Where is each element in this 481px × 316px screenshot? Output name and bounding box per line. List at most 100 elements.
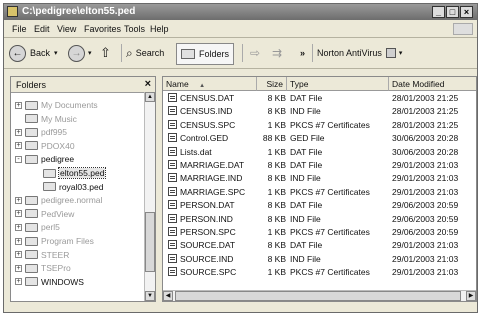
file-date-modified: 29/01/2003 21:03 (392, 253, 459, 264)
file-row[interactable]: SOURCE.DAT 8 KB DAT File 29/01/2003 21:03 (163, 240, 476, 251)
menu-view[interactable]: View (57, 24, 76, 34)
search-icon: ⌕ (126, 45, 133, 60)
folder-icon (25, 154, 38, 164)
expand-toggle-icon[interactable]: + (15, 196, 22, 204)
file-name: PERSON.IND (180, 213, 233, 224)
column-header-size[interactable]: Size (257, 77, 287, 91)
expand-toggle-icon[interactable]: + (15, 237, 22, 245)
folder-tree-item[interactable]: My Music (15, 113, 77, 125)
toolbar-overflow-button[interactable]: » (300, 43, 305, 63)
file-row[interactable]: PERSON.IND 8 KB IND File 29/06/2003 20:59 (163, 213, 476, 225)
search-label: Search (135, 48, 165, 58)
file-name: MARRIAGE.IND (180, 173, 243, 184)
menu-file[interactable]: File (12, 24, 27, 34)
folders-button[interactable]: Folders (176, 43, 235, 65)
file-row[interactable]: PERSON.DAT 8 KB DAT File 29/06/2003 20:59 (163, 200, 476, 211)
file-size: 8 KB (267, 160, 286, 170)
close-button[interactable]: × (460, 6, 473, 18)
dropdown-arrow-icon[interactable]: ▾ (88, 49, 92, 57)
folder-tree-item[interactable]: + pdf995 (15, 126, 67, 138)
window-title: C:\pedigree\elton55.ped (22, 6, 136, 17)
expand-toggle-icon[interactable]: + (15, 223, 22, 231)
folder-tree-item[interactable]: elton55.ped (33, 167, 107, 179)
menu-edit[interactable]: Edit (34, 24, 50, 34)
file-row[interactable]: SOURCE.SPC 1 KB PKCS #7 Certificates 29/01/… (163, 267, 476, 278)
explorer-window: C:\pedigree\elton55.ped _ □ × File Edit … (3, 3, 478, 313)
column-header-date-modified[interactable]: Date Modified (389, 77, 476, 91)
up-folder-button[interactable]: ⇧ (100, 43, 111, 63)
scroll-down-icon[interactable]: ▼ (145, 291, 155, 301)
file-row[interactable]: CENSUS.SPC 1 KB PKCS #7 Certificates 28/01/… (163, 119, 476, 131)
file-list-horizontal-scrollbar[interactable]: ◀ ▶ (163, 290, 476, 301)
folder-tree-item[interactable]: + TSEPro (15, 262, 71, 274)
close-pane-icon[interactable]: × (145, 78, 151, 90)
file-row[interactable]: Control.GED 88 KB GED File 30/06/2003 20:28 (163, 133, 476, 144)
menu-favorites[interactable]: Favorites (84, 24, 121, 34)
scroll-left-icon[interactable]: ◀ (163, 291, 173, 301)
file-date-modified: 28/01/2003 21:25 (392, 93, 459, 103)
file-row[interactable]: MARRIAGE.DAT 8 KB DAT File 29/01/2003 21:03 (163, 160, 476, 171)
scroll-right-icon[interactable]: ▶ (466, 291, 476, 301)
file-icon (168, 267, 177, 277)
scroll-thumb[interactable] (175, 291, 461, 301)
file-name: SOURCE.SPC (180, 267, 237, 278)
file-date-modified: 29/01/2003 21:03 (392, 173, 459, 184)
folders-vertical-scrollbar[interactable]: ▲ ▼ (144, 92, 155, 301)
column-header-name[interactable]: Name ▲ (163, 77, 257, 91)
expand-toggle-icon[interactable]: + (15, 251, 22, 259)
menu-tools[interactable]: Tools (124, 24, 145, 34)
file-row[interactable]: Lists.dat 1 KB DAT File 30/06/2003 20:28 (163, 146, 476, 158)
folder-tree-item[interactable]: - pedigree (15, 153, 74, 165)
file-row[interactable]: CENSUS.IND 8 KB IND File 28/01/2003 21:25 (163, 106, 476, 117)
file-name: PERSON.DAT (180, 200, 235, 211)
expand-toggle-icon[interactable]: + (15, 128, 22, 136)
folder-tree-item[interactable]: + Program Files (15, 235, 94, 247)
expand-toggle-icon[interactable]: - (15, 155, 22, 163)
copy-to-button[interactable]: ⇉ (272, 43, 282, 63)
file-row[interactable]: CENSUS.DAT 8 KB DAT File 28/01/2003 21:25 (163, 93, 476, 104)
file-size: 1 KB (267, 186, 286, 197)
scroll-up-icon[interactable]: ▲ (145, 92, 155, 102)
file-row[interactable]: SOURCE.IND 8 KB IND File 29/01/2003 21:03 (163, 253, 476, 265)
expand-toggle-icon[interactable]: + (15, 210, 22, 218)
expand-toggle-icon[interactable]: + (15, 264, 22, 272)
file-row[interactable]: PERSON.SPC 1 KB PKCS #7 Certificates 29/06/… (163, 227, 476, 238)
menu-help[interactable]: Help (150, 24, 169, 34)
folder-icon (25, 100, 38, 110)
dropdown-arrow-icon[interactable]: ▾ (54, 49, 58, 57)
expand-toggle-icon[interactable]: + (15, 142, 22, 150)
folder-tree-item[interactable]: + PDOX40 (15, 140, 75, 152)
search-button[interactable]: ⌕ Search (126, 43, 164, 63)
folder-tree-item-label: TSEPro (41, 263, 71, 274)
scroll-thumb[interactable] (145, 212, 155, 272)
folder-tree-item-label: perl5 (41, 222, 60, 233)
folder-tree-item[interactable]: royal03.ped (33, 181, 103, 193)
forward-button[interactable]: → ▾ (68, 43, 92, 63)
folders-label: Folders (199, 49, 230, 59)
dropdown-arrow-icon[interactable]: ▾ (399, 49, 403, 57)
move-to-button[interactable]: ⇨ (250, 43, 260, 63)
file-date-modified: 29/06/2003 20:59 (392, 227, 459, 237)
file-row[interactable]: MARRIAGE.IND 8 KB IND File 29/01/2003 21:03 (163, 173, 476, 184)
folder-tree-item[interactable]: + PedView (15, 208, 74, 220)
file-row[interactable]: MARRIAGE.SPC 1 KB PKCS #7 Certificates 29/0… (163, 186, 476, 198)
expand-toggle-icon[interactable]: + (15, 278, 22, 286)
folder-tree-item[interactable]: + perl5 (15, 221, 60, 233)
file-type: GED File (290, 133, 325, 144)
file-name: SOURCE.IND (180, 253, 234, 264)
norton-antivirus-button[interactable]: Norton AntiVirus ▾ (317, 43, 402, 63)
maximize-button[interactable]: □ (446, 6, 459, 18)
file-icon (168, 133, 177, 143)
folder-tree-item[interactable]: + My Documents (15, 99, 98, 111)
folder-tree-item[interactable]: + WINDOWS (15, 276, 84, 288)
back-button[interactable]: ← Back ▾ (9, 43, 58, 63)
file-date-modified: 28/01/2003 21:25 (392, 119, 459, 130)
folder-tree-item[interactable]: + STEER (15, 249, 69, 261)
folder-tree-item[interactable]: + pedigree.normal (15, 194, 102, 206)
expand-toggle-icon[interactable]: + (15, 101, 22, 109)
file-type: PKCS #7 Certificates (290, 227, 370, 237)
minimize-button[interactable]: _ (432, 6, 445, 18)
folder-icon (25, 141, 38, 151)
title-bar[interactable]: C:\pedigree\elton55.ped _ □ × (4, 4, 477, 20)
column-header-type[interactable]: Type (287, 77, 389, 91)
